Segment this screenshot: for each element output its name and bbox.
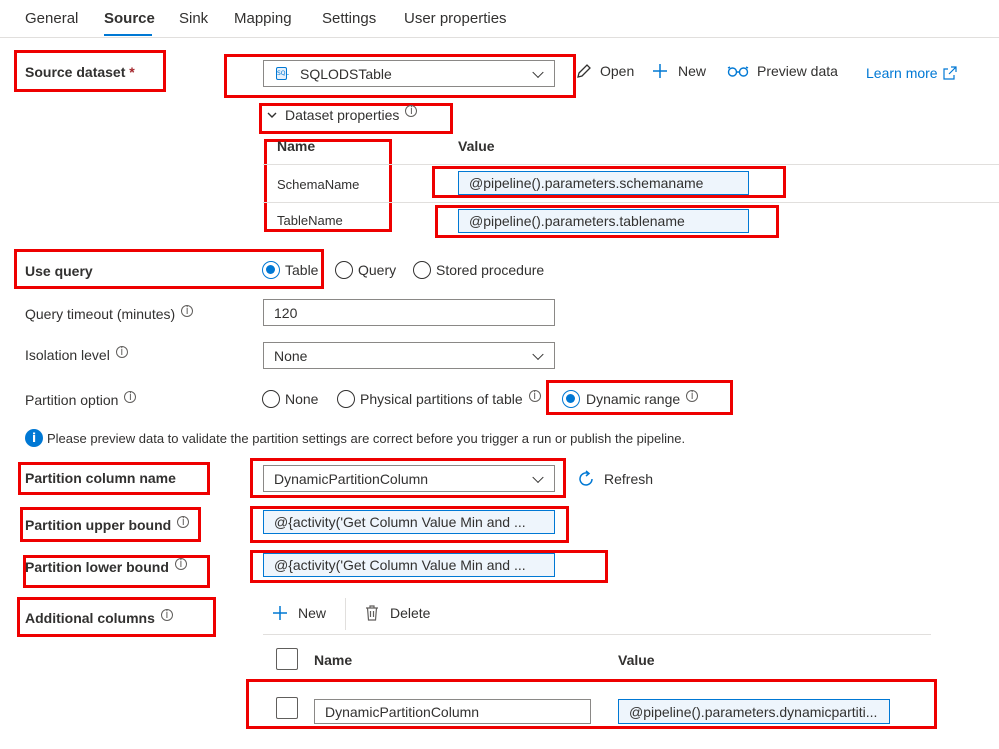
partition-upper-bound-input[interactable]: @{activity('Get Column Value Min and ... [263, 510, 555, 534]
partition-lower-bound-label: Partition lower bound i [25, 558, 187, 575]
property-name-table: TableName [277, 213, 343, 228]
partition-dynamic-range-label: Dynamic range i [586, 390, 699, 407]
chevron-down-icon [267, 112, 277, 118]
partition-dynamic-range-radio[interactable] [562, 390, 580, 408]
additional-columns-name-header: Name [314, 652, 353, 668]
query-timeout-label: Query timeout (minutes) i [25, 305, 194, 322]
tab-general[interactable]: General [25, 10, 78, 27]
info-icon: i [124, 391, 137, 403]
partition-physical-radio[interactable] [337, 390, 355, 408]
use-query-query-label: Query [358, 262, 397, 278]
partition-none-label: None [285, 391, 319, 407]
use-query-table-radio[interactable] [262, 261, 280, 279]
info-icon: i [405, 105, 418, 117]
source-dataset-select[interactable]: SQL SQLODSTable [263, 60, 555, 87]
pencil-icon [577, 64, 591, 78]
table-divider [263, 202, 999, 203]
toolbar-separator [345, 598, 346, 630]
use-query-stored-procedure-radio[interactable] [413, 261, 431, 279]
info-icon: i [160, 609, 173, 621]
refresh-button[interactable]: Refresh [576, 469, 653, 489]
sql-database-icon: SQL [276, 67, 289, 80]
tab-divider [0, 37, 999, 38]
dataset-properties-toggle[interactable]: Dataset properties i [266, 105, 418, 123]
partition-option-label: Partition option i [25, 391, 137, 408]
partition-lower-bound-input[interactable]: @{activity('Get Column Value Min and ... [263, 553, 555, 577]
tab-source[interactable]: Source [104, 10, 155, 27]
source-dataset-label: Source dataset * [25, 64, 135, 80]
schema-name-value-input[interactable]: @pipeline().parameters.schemaname [458, 171, 749, 195]
active-tab-indicator [104, 34, 152, 36]
tab-settings[interactable]: Settings [322, 10, 376, 27]
tab-user-properties[interactable]: User properties [404, 10, 507, 27]
property-name-schema: SchemaName [277, 177, 360, 192]
isolation-level-value: None [274, 347, 308, 364]
open-button[interactable]: Open [575, 62, 634, 80]
use-query-stored-procedure-label: Stored procedure [436, 262, 545, 278]
source-dataset-value: SQLODSTable [300, 65, 392, 82]
refresh-icon [579, 470, 593, 486]
tab-mapping[interactable]: Mapping [234, 10, 292, 27]
table-name-value-input[interactable]: @pipeline().parameters.tablename [458, 209, 749, 233]
partition-info-message: Please preview data to validate the part… [47, 431, 686, 446]
use-query-table-label: Table [285, 262, 319, 278]
info-filled-icon: i [25, 429, 43, 447]
info-icon: i [181, 305, 194, 317]
new-dataset-button[interactable]: New [651, 62, 706, 80]
table-divider [263, 634, 931, 635]
table-divider [263, 164, 999, 165]
partition-none-radio[interactable] [262, 390, 280, 408]
partition-physical-label: Physical partitions of table i [360, 390, 541, 407]
additional-columns-value-header: Value [618, 652, 655, 668]
table-row-checkbox[interactable] [276, 697, 298, 719]
partition-column-value: DynamicPartitionColumn [274, 470, 429, 487]
query-timeout-input[interactable]: 120 [263, 299, 555, 326]
plus-icon [653, 64, 667, 78]
info-icon: i [174, 558, 187, 570]
plus-icon [273, 606, 287, 620]
additional-column-name-input[interactable]: DynamicPartitionColumn [314, 699, 591, 724]
delete-column-button[interactable]: Delete [364, 604, 430, 622]
additional-columns-label: Additional columns i [25, 609, 173, 626]
info-icon: i [115, 346, 128, 358]
isolation-level-select[interactable]: None [263, 342, 555, 369]
info-icon: i [177, 516, 190, 528]
use-query-query-radio[interactable] [335, 261, 353, 279]
add-column-button[interactable]: New [271, 604, 326, 622]
use-query-label: Use query [25, 263, 93, 279]
info-icon: i [528, 390, 541, 402]
glasses-icon [727, 66, 749, 77]
partition-column-name-label: Partition column name [25, 470, 176, 486]
trash-icon [366, 605, 378, 621]
select-all-checkbox[interactable] [276, 648, 298, 670]
external-link-icon [942, 66, 957, 80]
learn-more-link[interactable]: Learn more [866, 65, 957, 81]
dataset-properties-value-header: Value [458, 138, 495, 154]
tab-sink[interactable]: Sink [179, 10, 208, 27]
partition-upper-bound-label: Partition upper bound i [25, 516, 190, 533]
info-icon: i [686, 390, 699, 402]
additional-column-value-input[interactable]: @pipeline().parameters.dynamicpartiti... [618, 699, 890, 724]
dataset-properties-name-header: Name [277, 138, 316, 154]
partition-column-select[interactable]: DynamicPartitionColumn [263, 465, 555, 492]
preview-data-button[interactable]: Preview data [727, 62, 838, 80]
isolation-level-label: Isolation level i [25, 346, 128, 363]
